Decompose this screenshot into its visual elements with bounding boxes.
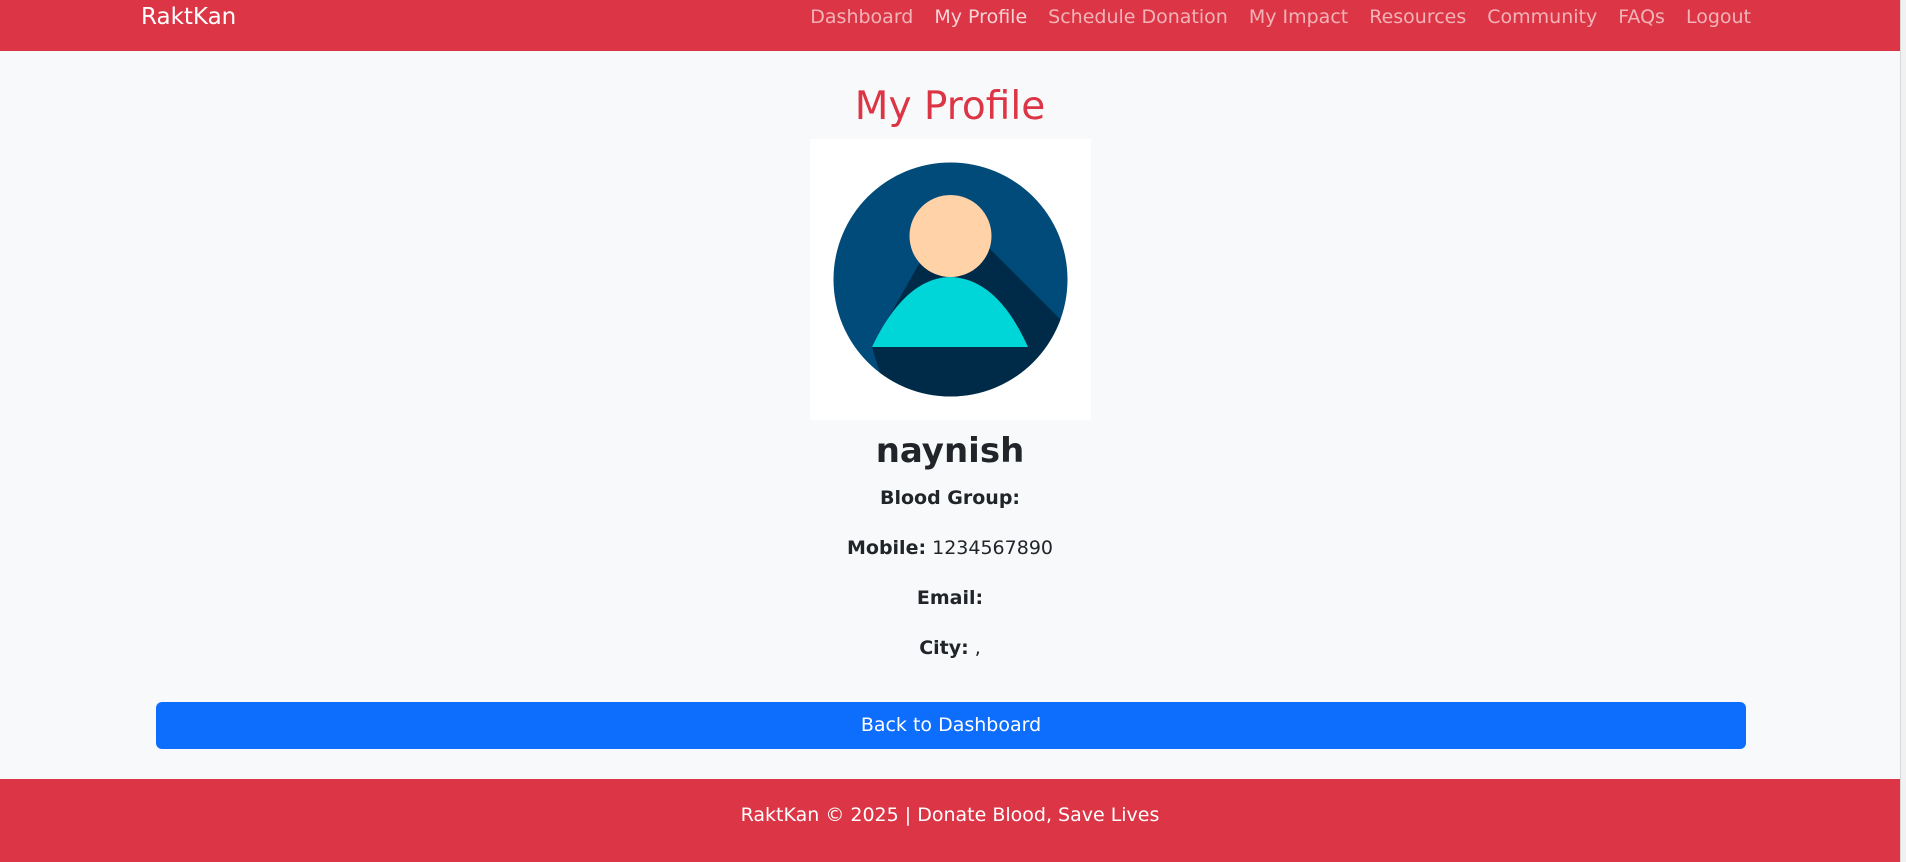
nav-item-logout: Logout <box>1686 3 1751 33</box>
user-avatar-icon <box>833 162 1068 397</box>
email-label: Email: <box>916 587 984 609</box>
nav-item-faqs: FAQs <box>1618 3 1665 33</box>
nav-link-resources[interactable]: Resources <box>1369 6 1466 28</box>
nav-link-dashboard[interactable]: Dashboard <box>810 6 913 28</box>
nav-link-schedule-donation[interactable]: Schedule Donation <box>1048 6 1228 28</box>
nav-item-my-impact: My Impact <box>1249 3 1348 33</box>
avatar <box>810 139 1091 420</box>
top-navbar: RaktKan Dashboard My Profile Schedule Do… <box>0 0 1900 51</box>
page-footer: RaktKan © 2025 | Donate Blood, Save Live… <box>0 779 1900 862</box>
mobile-value: 1234567890 <box>932 537 1053 559</box>
page-title: My Profile <box>854 84 1046 129</box>
nav-menu: Dashboard My Profile Schedule Donation M… <box>810 3 1751 33</box>
blood-group-field: Blood Group: <box>0 485 1900 511</box>
mobile-label: Mobile: <box>846 537 927 559</box>
nav-item-dashboard: Dashboard <box>810 3 913 33</box>
nav-link-my-impact[interactable]: My Impact <box>1249 6 1348 28</box>
city-label: City: <box>919 637 969 659</box>
footer-text: RaktKan © 2025 | Donate Blood, Save Live… <box>740 804 1160 826</box>
profile-username: naynish <box>875 431 1025 471</box>
nav-link-my-profile[interactable]: My Profile <box>934 6 1027 28</box>
blood-group-label: Blood Group: <box>879 487 1021 509</box>
nav-link-logout[interactable]: Logout <box>1686 6 1751 28</box>
page-scrollbar[interactable] <box>1900 0 1906 862</box>
nav-item-schedule-donation: Schedule Donation <box>1048 3 1228 33</box>
city-value: , <box>974 637 981 659</box>
back-to-dashboard-button[interactable]: Back to Dashboard <box>156 702 1746 749</box>
mobile-field: Mobile: 1234567890 <box>0 535 1900 561</box>
nav-item-my-profile: My Profile <box>934 3 1027 33</box>
nav-item-resources: Resources <box>1369 3 1466 33</box>
nav-item-community: Community <box>1487 3 1597 33</box>
nav-link-faqs[interactable]: FAQs <box>1618 6 1665 28</box>
brand-link[interactable]: RaktKan <box>141 2 236 32</box>
nav-link-community[interactable]: Community <box>1487 6 1597 28</box>
email-field: Email: <box>0 585 1900 611</box>
city-field: City: , <box>0 635 1900 661</box>
